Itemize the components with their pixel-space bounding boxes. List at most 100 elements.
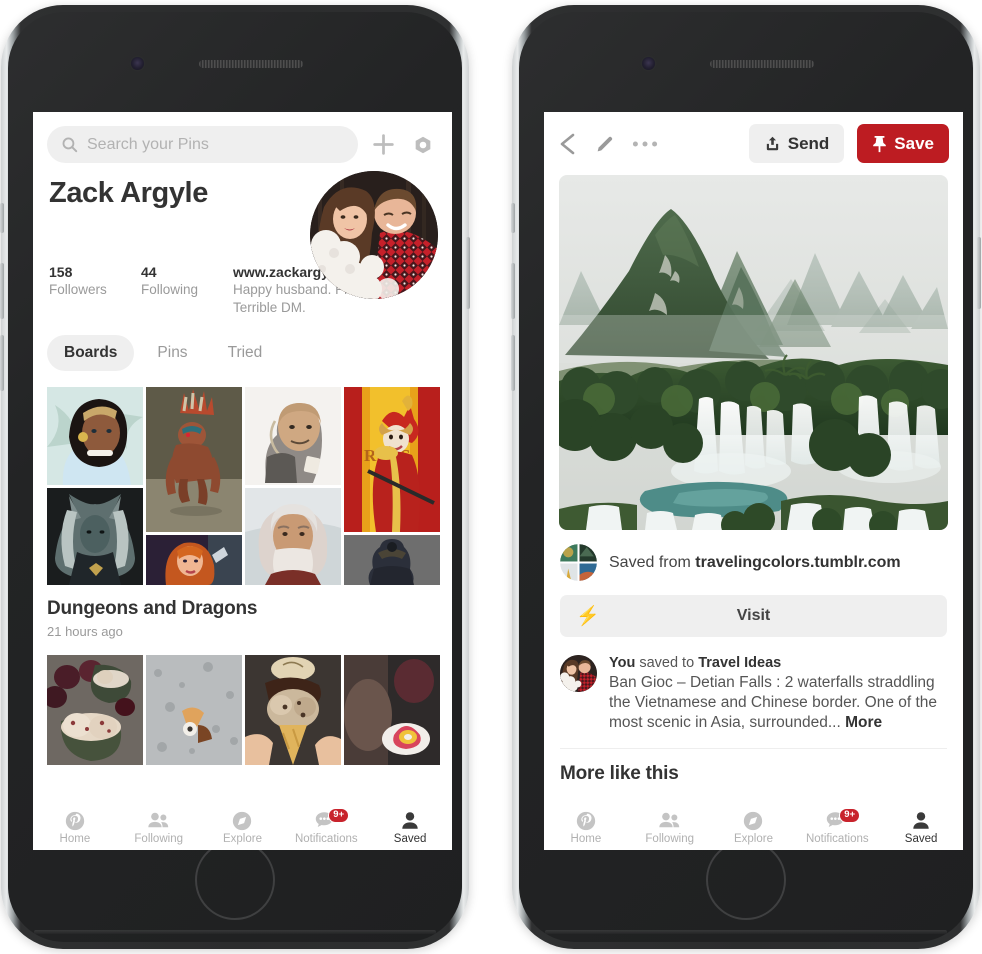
phone-device-right: Send Save Saved from travelingcolors.tum… bbox=[511, 5, 981, 949]
device-bottom-accent bbox=[34, 930, 436, 934]
avatar-photo bbox=[310, 171, 438, 299]
chevron-left-icon[interactable] bbox=[558, 132, 578, 156]
screen-left: Search your Pins Zack Argyle 158 Followe… bbox=[33, 112, 452, 850]
saved-to-line: You saved to Travel Ideas bbox=[609, 655, 947, 671]
board-thumb bbox=[245, 387, 341, 486]
source-avatar bbox=[560, 544, 597, 581]
avatar-photo bbox=[560, 655, 597, 692]
nav-following[interactable]: Following bbox=[117, 810, 201, 845]
pencil-icon[interactable] bbox=[594, 133, 616, 155]
board-thumb bbox=[146, 655, 242, 766]
board-col-3 bbox=[245, 387, 341, 586]
search-input[interactable]: Search your Pins bbox=[47, 126, 358, 163]
nav-saved[interactable]: Saved bbox=[368, 810, 452, 845]
board-thumb bbox=[245, 655, 341, 766]
pinterest-icon bbox=[65, 811, 85, 831]
board-card-second[interactable] bbox=[33, 639, 452, 766]
user-avatar[interactable] bbox=[560, 655, 597, 692]
board-thumb bbox=[245, 488, 341, 586]
board-timestamp: 21 hours ago bbox=[47, 624, 123, 640]
device-bottom-accent bbox=[545, 930, 947, 934]
settings-button[interactable] bbox=[408, 130, 438, 160]
nav-notifications[interactable]: 9+ Notifications bbox=[795, 808, 879, 845]
send-label: Send bbox=[787, 133, 830, 153]
board-thumbnail-grid: RCVS bbox=[47, 387, 440, 586]
search-placeholder: Search your Pins bbox=[87, 135, 209, 153]
board-col-4 bbox=[344, 655, 440, 766]
board-thumb: RCVS bbox=[344, 387, 440, 533]
board-col-1 bbox=[43, 655, 143, 766]
volume-down-button[interactable] bbox=[511, 335, 515, 391]
ellipsis-icon[interactable] bbox=[632, 139, 658, 149]
volume-up-button[interactable] bbox=[511, 263, 515, 319]
people-icon bbox=[148, 812, 169, 828]
compass-icon bbox=[744, 811, 763, 831]
board-col-1 bbox=[47, 387, 143, 586]
following-stat[interactable]: 44 Following bbox=[141, 264, 233, 317]
profile-avatar[interactable] bbox=[310, 171, 438, 299]
board-thumb bbox=[43, 655, 143, 766]
tab-boards[interactable]: Boards bbox=[47, 335, 135, 372]
notifications-badge: 9+ bbox=[839, 808, 861, 823]
board-thumb bbox=[146, 535, 242, 586]
pin-detail-header: Send Save bbox=[544, 112, 963, 175]
add-pin-button[interactable] bbox=[368, 130, 398, 160]
board-col-2 bbox=[146, 655, 242, 766]
followers-label: Followers bbox=[49, 282, 107, 297]
more-link[interactable]: More bbox=[845, 714, 882, 731]
board-name[interactable]: Travel Ideas bbox=[698, 655, 781, 671]
nav-following[interactable]: Following bbox=[628, 810, 712, 845]
silent-switch[interactable] bbox=[511, 203, 515, 233]
tab-tried[interactable]: Tried bbox=[211, 335, 280, 371]
power-button[interactable] bbox=[466, 237, 470, 309]
nav-label: Home bbox=[570, 833, 602, 845]
following-label: Following bbox=[141, 282, 199, 297]
power-button[interactable] bbox=[977, 237, 981, 309]
person-icon bbox=[402, 812, 418, 829]
saved-to-middle: saved to bbox=[635, 655, 699, 671]
profile-tabs: Boards Pins Tried bbox=[33, 317, 452, 372]
pin-photo[interactable] bbox=[559, 175, 948, 530]
source-text: Saved from travelingcolors.tumblr.com bbox=[609, 554, 901, 572]
person-icon bbox=[913, 812, 929, 829]
source-domain: travelingcolors.tumblr.com bbox=[695, 553, 901, 571]
screen-right: Send Save Saved from travelingcolors.tum… bbox=[544, 112, 963, 850]
nav-label: Following bbox=[645, 833, 694, 845]
nav-notifications[interactable]: 9+ Notifications bbox=[284, 808, 368, 845]
people-icon bbox=[659, 812, 680, 828]
send-button[interactable]: Send bbox=[748, 124, 845, 163]
share-upload-icon bbox=[766, 136, 778, 151]
more-like-this-heading: More like this bbox=[560, 763, 679, 785]
pin-description-text: You saved to Travel Ideas Ban Gioc – Det… bbox=[609, 655, 947, 732]
compass-icon bbox=[233, 811, 252, 831]
board-thumbnail-grid-2 bbox=[43, 655, 440, 766]
home-button[interactable] bbox=[195, 840, 275, 920]
pin-header-actions bbox=[558, 132, 745, 156]
waterfall-photo bbox=[559, 175, 948, 530]
save-button[interactable]: Save bbox=[857, 124, 949, 163]
volume-up-button[interactable] bbox=[0, 263, 4, 319]
home-button[interactable] bbox=[706, 840, 786, 920]
save-label: Save bbox=[894, 133, 934, 153]
board-col-2 bbox=[146, 387, 242, 586]
nav-label: Notifications bbox=[805, 833, 869, 845]
volume-down-button[interactable] bbox=[0, 335, 4, 391]
pin-source-row[interactable]: Saved from travelingcolors.tumblr.com bbox=[544, 530, 963, 581]
board-title: Dungeons and Dragons bbox=[47, 598, 258, 620]
nav-home[interactable]: Home bbox=[33, 810, 117, 845]
front-camera bbox=[131, 57, 144, 70]
phone-bezel-left: Search your Pins Zack Argyle 158 Followe… bbox=[8, 12, 462, 942]
nav-home[interactable]: Home bbox=[544, 810, 628, 845]
nav-saved[interactable]: Saved bbox=[879, 810, 963, 845]
board-thumb bbox=[47, 488, 143, 586]
tab-pins[interactable]: Pins bbox=[140, 335, 204, 371]
nav-label: Home bbox=[59, 833, 91, 845]
followers-stat[interactable]: 158 Followers bbox=[49, 264, 141, 317]
gear-icon bbox=[415, 136, 431, 153]
nav-label: Notifications bbox=[294, 833, 358, 845]
board-thumb bbox=[47, 387, 143, 486]
visit-button[interactable]: ⚡ Visit bbox=[560, 595, 947, 637]
board-card-dungeons[interactable]: RCVS bbox=[33, 371, 452, 639]
silent-switch[interactable] bbox=[0, 203, 4, 233]
phone-device-left: Search your Pins Zack Argyle 158 Followe… bbox=[0, 5, 470, 949]
